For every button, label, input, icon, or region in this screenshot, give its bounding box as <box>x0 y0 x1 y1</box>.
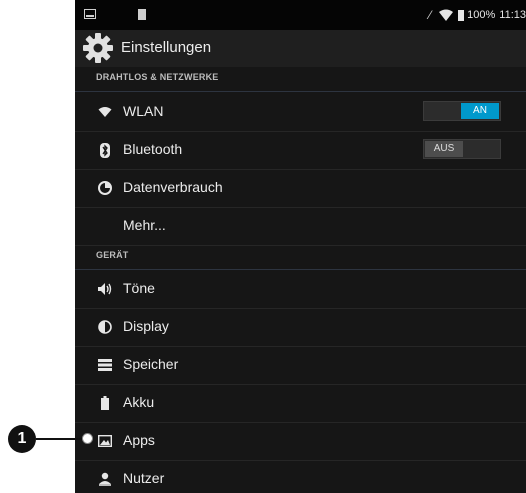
screenshot-notification-icon <box>84 9 96 19</box>
page-title: Einstellungen <box>121 39 212 56</box>
status-bar: ⁄ 100% 11:13 <box>75 0 526 30</box>
settings-item-sound[interactable]: Töne <box>75 270 526 309</box>
battery-status-icon <box>458 9 465 21</box>
settings-item-label: Bluetooth <box>123 141 183 157</box>
settings-item-label: Datenverbrauch <box>123 179 223 195</box>
battery-percentage: 100% <box>467 9 496 21</box>
speaker-icon <box>97 281 113 297</box>
mic-muted-icon: ⁄ <box>429 8 432 22</box>
wifi-signal-icon <box>439 9 454 21</box>
settings-item-battery[interactable]: Akku <box>75 384 526 423</box>
gear-icon[interactable] <box>81 31 115 65</box>
device-screen: ⁄ 100% 11:13 Einstellungen DRAHTLOS & NE… <box>75 0 526 493</box>
data-usage-icon <box>97 180 113 196</box>
storage-icon <box>97 357 113 373</box>
toggle-state: AN <box>461 103 499 119</box>
settings-item-data-usage[interactable]: Datenverbrauch <box>75 169 526 208</box>
settings-item-label: Akku <box>123 394 155 410</box>
settings-item-display[interactable]: Display <box>75 308 526 347</box>
section-header-label: GERÄT <box>96 250 129 260</box>
section-header-label: DRAHTLOS & NETZWERKE <box>96 72 219 82</box>
settings-item-storage[interactable]: Speicher <box>75 346 526 385</box>
user-icon <box>97 471 113 487</box>
callout-number: 1 <box>8 425 36 453</box>
settings-item-label: Nutzer <box>123 470 165 486</box>
clock: 11:13 <box>499 9 526 21</box>
settings-item-users[interactable]: Nutzer <box>75 460 526 493</box>
settings-item-label: Töne <box>123 280 155 296</box>
bluetooth-toggle[interactable]: AUS <box>423 139 501 159</box>
settings-item-label: Speicher <box>123 356 179 372</box>
settings-item-label: WLAN <box>123 103 164 119</box>
settings-item-wlan[interactable]: WLAN AN <box>75 93 526 132</box>
brightness-icon <box>97 319 113 335</box>
apps-icon <box>97 433 113 449</box>
section-header-device: GERÄT <box>75 245 526 270</box>
settings-item-bluetooth[interactable]: Bluetooth AUS <box>75 131 526 170</box>
bluetooth-icon <box>97 142 113 158</box>
section-header-wireless: DRAHTLOS & NETZWERKE <box>75 67 526 92</box>
notification-icon <box>138 9 146 20</box>
settings-item-label: Mehr... <box>123 217 166 233</box>
wlan-toggle[interactable]: AN <box>423 101 501 121</box>
settings-item-label: Apps <box>123 432 155 448</box>
action-bar: Einstellungen <box>75 30 526 67</box>
settings-item-apps[interactable]: Apps <box>75 422 526 461</box>
callout-line <box>36 438 83 440</box>
settings-item-more[interactable]: Mehr... <box>75 207 526 246</box>
toggle-state: AUS <box>425 141 463 157</box>
wifi-icon <box>97 104 113 120</box>
callout-marker <box>82 433 93 444</box>
battery-icon <box>97 395 113 411</box>
settings-item-label: Display <box>123 318 169 334</box>
